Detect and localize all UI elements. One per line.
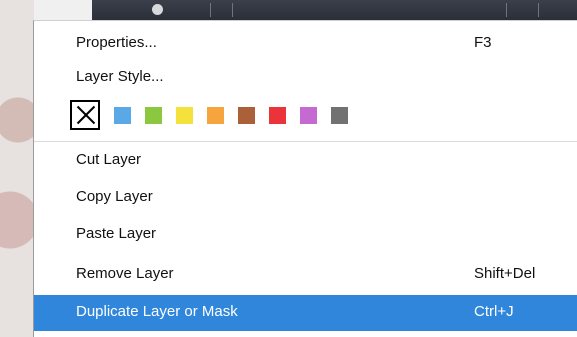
menu-item-label: Cut Layer (76, 151, 142, 168)
menu-item-properties[interactable]: Properties... F3 (34, 26, 577, 60)
background-toolbar (92, 0, 577, 21)
menu-item-label: Duplicate Layer or Mask (76, 303, 238, 320)
background-toolbar-divider (232, 3, 233, 17)
menu-item-paste-layer[interactable]: Paste Layer (34, 217, 577, 251)
background-toolbar-divider (210, 3, 211, 17)
menu-item-shortcut: Shift+Del (474, 265, 536, 282)
color-swatch-orange[interactable] (207, 107, 224, 124)
menu-separator (34, 141, 577, 142)
color-swatch-gray[interactable] (331, 107, 348, 124)
menu-item-layer-style[interactable]: Layer Style... (34, 60, 577, 94)
color-swatch-brown[interactable] (238, 107, 255, 124)
color-none-x-icon[interactable] (70, 100, 100, 130)
menu-item-cut-layer[interactable]: Cut Layer (34, 143, 577, 177)
color-swatch-blue[interactable] (114, 107, 131, 124)
color-swatch-yellow[interactable] (176, 107, 193, 124)
background-toolbar-divider (506, 3, 507, 17)
color-swatch-red[interactable] (269, 107, 286, 124)
menu-item-label: Layer Style... (76, 68, 164, 85)
menu-item-copy-layer[interactable]: Copy Layer (34, 180, 577, 214)
menu-item-label: Copy Layer (76, 188, 153, 205)
background-toolbar-circle-icon (152, 4, 163, 15)
menu-item-label: Paste Layer (76, 225, 157, 242)
menu-item-shortcut: Ctrl+J (474, 303, 514, 320)
menu-item-label: Properties... (76, 34, 157, 51)
layer-color-row (34, 96, 577, 134)
color-swatch-purple[interactable] (300, 107, 317, 124)
menu-item-duplicate-layer-or-mask[interactable]: Duplicate Layer or Mask Ctrl+J (34, 295, 577, 331)
menu-item-label: Remove Layer (76, 265, 174, 282)
context-menu: Properties... F3 Layer Style... Cut Laye… (33, 20, 577, 337)
menu-item-shortcut: F3 (474, 34, 492, 51)
background-toolbar-divider (538, 3, 539, 17)
menu-item-remove-layer[interactable]: Remove Layer Shift+Del (34, 257, 577, 291)
color-swatch-green[interactable] (145, 107, 162, 124)
